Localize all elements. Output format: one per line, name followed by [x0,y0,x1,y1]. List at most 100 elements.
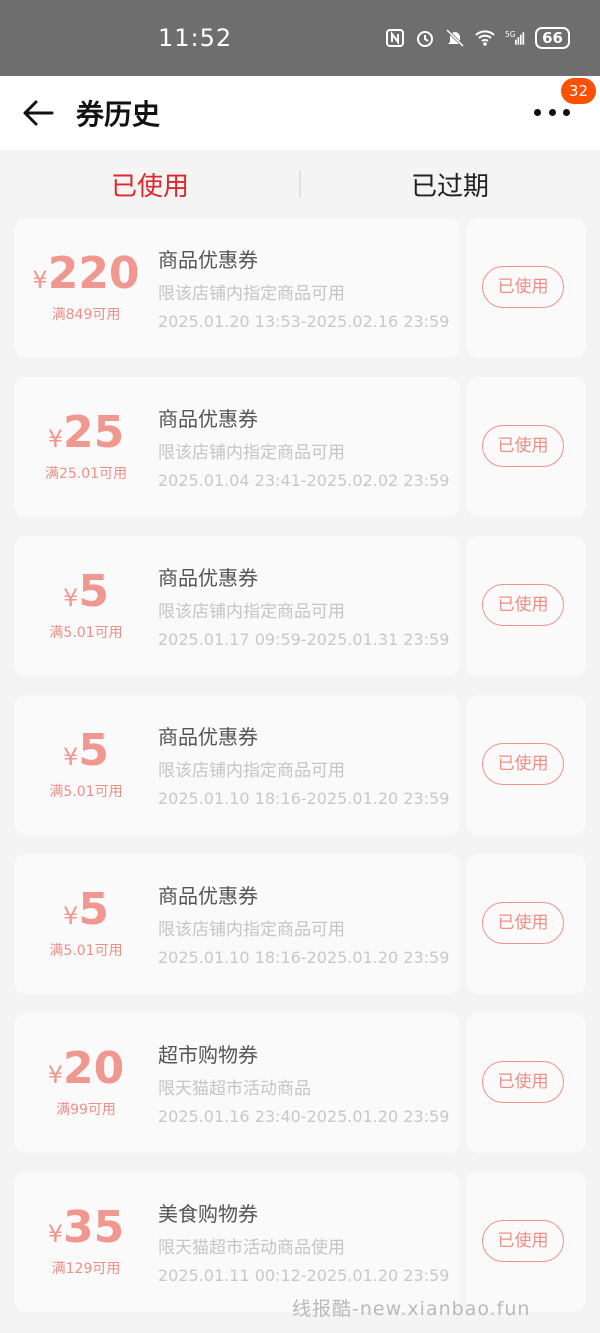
coupon-side: 已使用 [466,1172,586,1312]
coupon-amount-col: ¥5 满5.01可用 [14,854,158,994]
coupon-info: 商品优惠券 限该店铺内指定商品可用 2025.01.20 13:53-2025.… [158,244,449,331]
coupon-condition: 满5.01可用 [49,943,123,959]
back-button[interactable] [22,93,62,133]
coupon-side: 已使用 [466,218,586,358]
coupon-condition: 满5.01可用 [49,625,123,641]
coupon-side: 已使用 [466,377,586,517]
coupon-title: 商品优惠券 [158,884,258,908]
nfc-icon [386,29,405,47]
coupon-info: 商品优惠券 限该店铺内指定商品可用 2025.01.10 18:16-2025.… [158,721,449,808]
used-button[interactable]: 已使用 [482,425,564,467]
battery-indicator: 66 [535,27,570,49]
coupon-card[interactable]: ¥25 满25.01可用 商品优惠券 限该店铺内指定商品可用 2025.01.0… [14,377,586,517]
coupon-card[interactable]: ¥5 满5.01可用 商品优惠券 限该店铺内指定商品可用 2025.01.10 … [14,854,586,994]
page-title: 券历史 [76,98,161,131]
coupon-side: 已使用 [466,536,586,676]
coupon-card[interactable]: ¥20 满99可用 超市购物券 限天猫超市活动商品 2025.01.16 23:… [14,1013,586,1153]
coupon-date: 2025.01.10 18:16-2025.01.20 23:59 [158,948,450,967]
coupon-main: ¥25 满25.01可用 商品优惠券 限该店铺内指定商品可用 2025.01.0… [14,377,460,517]
coupon-side: 已使用 [466,1013,586,1153]
coupon-amount: ¥25 [14,407,158,459]
coupon-main: ¥220 满849可用 商品优惠券 限该店铺内指定商品可用 2025.01.20… [14,218,460,358]
coupon-card[interactable]: ¥5 满5.01可用 商品优惠券 限该店铺内指定商品可用 2025.01.17 … [14,536,586,676]
used-button[interactable]: 已使用 [482,902,564,944]
coupon-desc: 限天猫超市活动商品使用 [158,1238,345,1258]
tab-bar: 已使用 已过期 [0,150,600,218]
coupon-main: ¥5 满5.01可用 商品优惠券 限该店铺内指定商品可用 2025.01.17 … [14,536,460,676]
coupon-desc: 限该店铺内指定商品可用 [158,761,345,781]
coupon-list: ¥220 满849可用 商品优惠券 限该店铺内指定商品可用 2025.01.20… [0,218,600,1312]
coupon-condition: 满849可用 [51,307,121,323]
currency-symbol: ¥ [63,743,79,771]
currency-symbol: ¥ [47,1061,64,1089]
coupon-amount: ¥5 [14,566,158,618]
currency-symbol: ¥ [63,584,79,612]
coupon-title: 美食购物券 [158,1202,258,1226]
watermark: 线报酷-new.xianbao.fun [292,1298,531,1320]
coupon-title: 商品优惠券 [158,248,258,272]
used-button[interactable]: 已使用 [482,1220,564,1262]
coupon-date: 2025.01.17 09:59-2025.01.31 23:59 [158,630,450,649]
coupon-amount: ¥20 [14,1043,158,1095]
coupon-info: 商品优惠券 限该店铺内指定商品可用 2025.01.10 18:16-2025.… [158,880,449,967]
coupon-desc: 限该店铺内指定商品可用 [158,284,345,304]
coupon-main: ¥20 满99可用 超市购物券 限天猫超市活动商品 2025.01.16 23:… [14,1013,460,1153]
used-button[interactable]: 已使用 [482,266,564,308]
alarm-icon [417,31,434,47]
amount-value: 5 [78,725,109,776]
coupon-date: 2025.01.04 23:41-2025.02.02 23:59 [158,471,450,490]
coupon-side: 已使用 [466,854,586,994]
coupon-side: 已使用 [466,695,586,835]
used-button[interactable]: 已使用 [482,584,564,626]
coupon-info: 商品优惠券 限该店铺内指定商品可用 2025.01.17 09:59-2025.… [158,562,449,649]
currency-symbol: ¥ [32,266,48,294]
used-button[interactable]: 已使用 [482,1061,564,1103]
coupon-title: 商品优惠券 [158,407,258,431]
coupon-main: ¥5 满5.01可用 商品优惠券 限该店铺内指定商品可用 2025.01.10 … [14,854,460,994]
coupon-condition: 满99可用 [56,1102,116,1118]
coupon-info: 超市购物券 限天猫超市活动商品 2025.01.16 23:40-2025.01… [158,1039,449,1126]
amount-value: 25 [63,407,125,458]
coupon-condition: 满5.01可用 [49,784,123,800]
coupon-amount-col: ¥35 满129可用 [14,1172,158,1312]
currency-symbol: ¥ [63,902,79,930]
coupon-amount-col: ¥25 满25.01可用 [14,377,158,517]
coupon-desc: 限该店铺内指定商品可用 [158,602,345,622]
header: 券历史 32 [0,76,600,150]
tab-expired[interactable]: 已过期 [300,166,600,203]
coupon-date: 2025.01.11 00:12-2025.01.20 23:59 [158,1266,450,1285]
coupon-amount: ¥220 [14,248,158,300]
coupon-amount: ¥5 [14,725,158,777]
coupon-amount-col: ¥220 满849可用 [14,218,158,358]
more-dot-icon [563,108,570,116]
svg-text:5G: 5G [505,30,516,39]
more-button[interactable] [534,100,570,124]
coupon-info: 商品优惠券 限该店铺内指定商品可用 2025.01.04 23:41-2025.… [158,403,449,490]
status-bar: 11:52 5G 66 [0,0,600,76]
coupon-amount-col: ¥20 满99可用 [14,1013,158,1153]
coupon-desc: 限该店铺内指定商品可用 [158,920,345,940]
coupon-amount: ¥35 [14,1202,158,1254]
more-dot-icon [534,108,541,116]
coupon-card[interactable]: ¥35 满129可用 美食购物券 限天猫超市活动商品使用 2025.01.11 … [14,1172,586,1312]
coupon-title: 商品优惠券 [158,725,258,749]
status-time: 11:52 [158,24,233,52]
amount-value: 5 [78,884,109,935]
tab-divider [299,170,301,198]
coupon-amount-col: ¥5 满5.01可用 [14,695,158,835]
tab-used[interactable]: 已使用 [0,166,300,203]
used-button[interactable]: 已使用 [482,743,564,785]
coupon-card[interactable]: ¥5 满5.01可用 商品优惠券 限该店铺内指定商品可用 2025.01.10 … [14,695,586,835]
status-icons: 5G 66 [385,27,570,49]
coupon-amount-col: ¥5 满5.01可用 [14,536,158,676]
signal-5g-icon: 5G [505,30,525,45]
coupon-card[interactable]: ¥220 满849可用 商品优惠券 限该店铺内指定商品可用 2025.01.20… [14,218,586,358]
wifi-icon [475,30,495,46]
more-dot-icon [548,108,556,116]
currency-symbol: ¥ [47,1220,64,1248]
coupon-amount: ¥5 [14,884,158,936]
coupon-date: 2025.01.10 18:16-2025.01.20 23:59 [158,789,450,808]
coupon-title: 超市购物券 [158,1043,258,1067]
notification-badge: 32 [560,78,596,104]
mute-bell-icon [446,28,465,48]
